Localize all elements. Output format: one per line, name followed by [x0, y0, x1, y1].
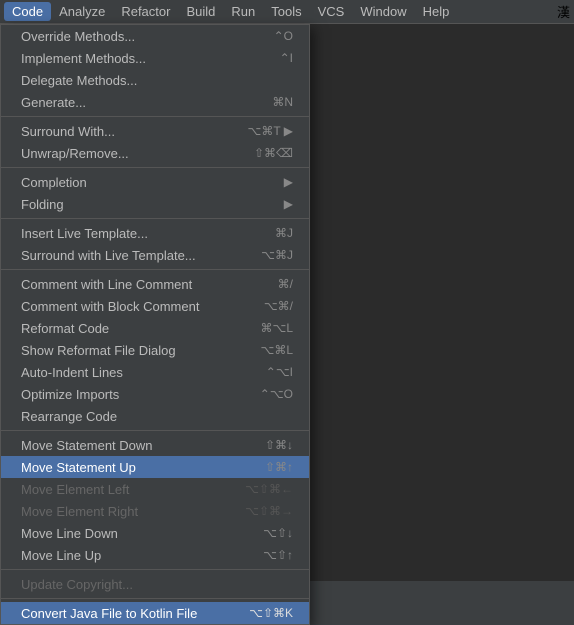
menu-item-label: Surround with Live Template...	[21, 248, 241, 263]
menu-item-shortcut: ⌥⌘J	[261, 248, 293, 262]
menu-code[interactable]: Code	[4, 2, 51, 21]
menu-item-label: Reformat Code	[21, 321, 240, 336]
menu-item-shortcut: ⇧⌘↓	[265, 438, 293, 452]
menu-item-shortcut: ⌥⇧⌘→	[245, 504, 293, 518]
menu-item-label: Completion	[21, 175, 264, 190]
separator	[1, 569, 309, 570]
menu-item-label: Move Line Up	[21, 548, 243, 563]
menu-item-override-methods[interactable]: Override Methods... ⌃O	[1, 25, 309, 47]
menu-item-surround-with[interactable]: Surround With... ⌥⌘T ▶	[1, 120, 309, 142]
menu-item-shortcut: ⌥⇧↓	[263, 526, 293, 540]
menu-vcs[interactable]: VCS	[310, 2, 353, 21]
menu-item-label: Update Copyright...	[21, 577, 273, 592]
menu-item-label: Implement Methods...	[21, 51, 260, 66]
menu-item-label: Override Methods...	[21, 29, 254, 44]
menu-item-folding[interactable]: Folding ▶	[1, 193, 309, 215]
menu-item-label: Rearrange Code	[21, 409, 273, 424]
menu-item-move-statement-up[interactable]: Move Statement Up ⇧⌘↑	[1, 456, 309, 478]
menu-item-label: Show Reformat File Dialog	[21, 343, 240, 358]
menu-item-comment-line[interactable]: Comment with Line Comment ⌘/	[1, 273, 309, 295]
menu-item-shortcut: ⌥⇧⌘←	[245, 482, 293, 496]
menu-item-generate[interactable]: Generate... ⌘N	[1, 91, 309, 113]
menu-item-label: Move Statement Up	[21, 460, 245, 475]
menu-item-move-element-right: Move Element Right ⌥⇧⌘→	[1, 500, 309, 522]
separator	[1, 430, 309, 431]
menu-item-label: Generate...	[21, 95, 252, 110]
menu-item-unwrap-remove[interactable]: Unwrap/Remove... ⇧⌘⌫	[1, 142, 309, 164]
separator	[1, 598, 309, 599]
menu-bar: Code Analyze Refactor Build Run Tools VC…	[0, 0, 574, 24]
menu-item-move-element-left: Move Element Left ⌥⇧⌘←	[1, 478, 309, 500]
menu-item-label: Move Element Right	[21, 504, 225, 519]
menu-item-delegate-methods[interactable]: Delegate Methods...	[1, 69, 309, 91]
menu-item-shortcut: ⌘/	[278, 277, 293, 291]
menu-window[interactable]: Window	[352, 2, 414, 21]
code-menu-dropdown: Override Methods... ⌃O Implement Methods…	[0, 24, 310, 625]
menu-help[interactable]: Help	[415, 2, 458, 21]
menu-item-label: Comment with Block Comment	[21, 299, 244, 314]
menu-item-completion[interactable]: Completion ▶	[1, 171, 309, 193]
menu-item-label: Move Line Down	[21, 526, 243, 541]
menu-analyze[interactable]: Analyze	[51, 2, 113, 21]
separator	[1, 116, 309, 117]
menu-item-surround-live-template[interactable]: Surround with Live Template... ⌥⌘J	[1, 244, 309, 266]
menu-item-shortcut: ⇧⌘⌫	[254, 146, 293, 160]
menu-item-shortcut: ⌥⌘/	[264, 299, 293, 313]
menu-item-label: Surround With...	[21, 124, 227, 139]
menu-item-shortcut: ⌘⌥L	[260, 321, 293, 335]
menu-item-label: Optimize Imports	[21, 387, 240, 402]
separator	[1, 167, 309, 168]
menu-item-comment-block[interactable]: Comment with Block Comment ⌥⌘/	[1, 295, 309, 317]
menu-item-label: Insert Live Template...	[21, 226, 255, 241]
menu-item-update-copyright: Update Copyright...	[1, 573, 309, 595]
menu-item-optimize-imports[interactable]: Optimize Imports ⌃⌥O	[1, 383, 309, 405]
menu-refactor[interactable]: Refactor	[113, 2, 178, 21]
menu-item-shortcut: ⌃I	[280, 51, 293, 65]
menu-item-shortcut: ⌥⌘T ▶	[247, 124, 293, 138]
menu-item-label: Auto-Indent Lines	[21, 365, 246, 380]
menu-item-shortcut: ⇧⌘↑	[265, 460, 293, 474]
menu-item-shortcut: ⌥⇧⌘K	[249, 606, 293, 620]
menu-item-reformat-code[interactable]: Reformat Code ⌘⌥L	[1, 317, 309, 339]
menu-item-shortcut: ⌥⌘L	[260, 343, 293, 357]
menu-item-label: Folding	[21, 197, 264, 212]
menu-item-shortcut: ⌘J	[275, 226, 293, 240]
menu-item-shortcut: ▶	[284, 197, 293, 211]
menu-item-label: Comment with Line Comment	[21, 277, 258, 292]
menu-run[interactable]: Run	[223, 2, 263, 21]
menu-item-shortcut: ▶	[284, 175, 293, 189]
separator	[1, 218, 309, 219]
menu-item-label: Delegate Methods...	[21, 73, 273, 88]
cjk-icon: 漢	[557, 2, 570, 21]
menu-item-label: Move Element Left	[21, 482, 225, 497]
menu-item-rearrange-code[interactable]: Rearrange Code	[1, 405, 309, 427]
menu-item-shortcut: ⌘N	[272, 95, 293, 109]
menu-item-move-line-down[interactable]: Move Line Down ⌥⇧↓	[1, 522, 309, 544]
menu-item-shortcut: ⌃⌥O	[260, 387, 293, 401]
menu-item-show-reformat-dialog[interactable]: Show Reformat File Dialog ⌥⌘L	[1, 339, 309, 361]
separator	[1, 269, 309, 270]
menu-item-move-line-up[interactable]: Move Line Up ⌥⇧↑	[1, 544, 309, 566]
menu-bar-right: 漢	[557, 2, 570, 21]
menu-item-convert-java-kotlin[interactable]: Convert Java File to Kotlin File ⌥⇧⌘K	[1, 602, 309, 624]
menu-item-move-statement-down[interactable]: Move Statement Down ⇧⌘↓	[1, 434, 309, 456]
menu-item-auto-indent[interactable]: Auto-Indent Lines ⌃⌥I	[1, 361, 309, 383]
menu-item-implement-methods[interactable]: Implement Methods... ⌃I	[1, 47, 309, 69]
menu-tools[interactable]: Tools	[263, 2, 309, 21]
menu-build[interactable]: Build	[178, 2, 223, 21]
menu-item-shortcut: ⌃O	[274, 29, 293, 43]
menu-item-insert-live-template[interactable]: Insert Live Template... ⌘J	[1, 222, 309, 244]
menu-item-label: Unwrap/Remove...	[21, 146, 234, 161]
menu-item-shortcut: ⌃⌥I	[266, 365, 293, 379]
menu-item-shortcut: ⌥⇧↑	[263, 548, 293, 562]
menu-item-label: Move Statement Down	[21, 438, 245, 453]
menu-item-label: Convert Java File to Kotlin File	[21, 606, 229, 621]
